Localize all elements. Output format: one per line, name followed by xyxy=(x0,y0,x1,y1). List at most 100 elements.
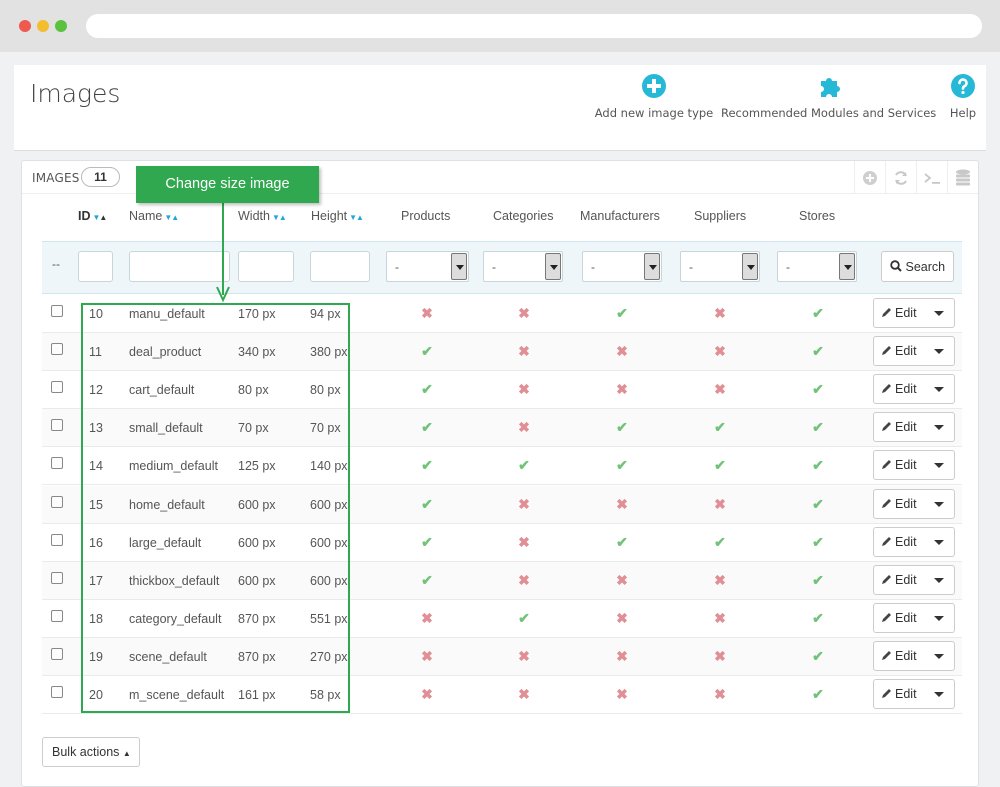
cross-icon-suppliers[interactable]: ✖ xyxy=(713,382,727,396)
refresh-icon[interactable] xyxy=(885,161,916,194)
search-button[interactable]: Search xyxy=(881,251,954,282)
check-icon-products[interactable]: ✔ xyxy=(420,458,434,472)
check-icon-stores[interactable]: ✔ xyxy=(811,420,825,434)
check-icon-manufacturers[interactable]: ✔ xyxy=(615,420,629,434)
check-icon-categories[interactable]: ✔ xyxy=(517,611,531,625)
edit-button[interactable]: Edit xyxy=(873,450,955,481)
edit-button[interactable]: Edit xyxy=(873,526,955,557)
check-icon-suppliers[interactable]: ✔ xyxy=(713,535,727,549)
cross-icon-categories[interactable]: ✖ xyxy=(517,382,531,396)
close-window-dot[interactable] xyxy=(19,20,31,32)
check-icon-products[interactable]: ✔ xyxy=(420,573,434,587)
cross-icon-manufacturers[interactable]: ✖ xyxy=(615,344,629,358)
check-icon-suppliers[interactable]: ✔ xyxy=(713,458,727,472)
add-new-image-type-button[interactable]: Add new image type xyxy=(594,73,714,120)
check-icon-stores[interactable]: ✔ xyxy=(811,306,825,320)
cross-icon-suppliers[interactable]: ✖ xyxy=(713,344,727,358)
edit-button[interactable]: Edit xyxy=(873,298,955,328)
cross-icon-categories[interactable]: ✖ xyxy=(517,420,531,434)
filter-width-input[interactable] xyxy=(238,251,294,282)
maximize-window-dot[interactable] xyxy=(55,20,67,32)
check-icon-stores[interactable]: ✔ xyxy=(811,573,825,587)
cross-icon-suppliers[interactable]: ✖ xyxy=(713,497,727,511)
check-icon-manufacturers[interactable]: ✔ xyxy=(615,306,629,320)
row-checkbox[interactable] xyxy=(51,457,63,470)
minimize-window-dot[interactable] xyxy=(37,20,49,32)
check-icon-stores[interactable]: ✔ xyxy=(811,535,825,549)
check-icon-products[interactable]: ✔ xyxy=(420,420,434,434)
cross-icon-suppliers[interactable]: ✖ xyxy=(713,306,727,320)
caret-down-icon[interactable] xyxy=(934,311,944,316)
help-button[interactable]: Help xyxy=(946,73,980,120)
cross-icon-categories[interactable]: ✖ xyxy=(517,649,531,663)
caret-down-icon[interactable] xyxy=(934,539,944,545)
caret-down-icon[interactable] xyxy=(934,615,944,621)
cross-icon-categories[interactable]: ✖ xyxy=(517,497,531,511)
check-icon-manufacturers[interactable]: ✔ xyxy=(615,535,629,549)
row-checkbox[interactable] xyxy=(51,495,63,508)
check-icon-stores[interactable]: ✔ xyxy=(811,458,825,472)
cross-icon-categories[interactable]: ✖ xyxy=(517,306,531,320)
filter-products-select[interactable]: - xyxy=(386,251,469,282)
edit-button[interactable]: Edit xyxy=(873,336,955,367)
edit-button[interactable]: Edit xyxy=(873,640,955,671)
row-checkbox[interactable] xyxy=(51,343,63,356)
caret-down-icon[interactable] xyxy=(934,425,944,431)
cross-icon-suppliers[interactable]: ✖ xyxy=(713,611,727,625)
cross-icon-products[interactable]: ✖ xyxy=(420,649,434,663)
check-icon-manufacturers[interactable]: ✔ xyxy=(615,458,629,472)
row-checkbox[interactable] xyxy=(51,305,63,317)
caret-down-icon[interactable] xyxy=(934,501,944,507)
filter-height-input[interactable] xyxy=(310,251,370,282)
check-icon-stores[interactable]: ✔ xyxy=(811,649,825,663)
check-icon-products[interactable]: ✔ xyxy=(420,382,434,396)
check-icon-suppliers[interactable]: ✔ xyxy=(713,420,727,434)
row-checkbox[interactable] xyxy=(51,647,63,660)
cross-icon-categories[interactable]: ✖ xyxy=(517,573,531,587)
cross-icon-manufacturers[interactable]: ✖ xyxy=(615,611,629,625)
edit-button[interactable]: Edit xyxy=(873,564,955,595)
row-checkbox[interactable] xyxy=(51,609,63,622)
check-icon-stores[interactable]: ✔ xyxy=(811,344,825,358)
column-header-width[interactable]: Width ▼▲ xyxy=(238,209,287,231)
edit-button[interactable]: Edit xyxy=(873,679,955,709)
filter-categories-select[interactable]: - xyxy=(483,251,563,282)
row-checkbox[interactable] xyxy=(51,419,63,432)
edit-button[interactable]: Edit xyxy=(873,374,955,405)
check-icon-stores[interactable]: ✔ xyxy=(811,611,825,625)
cross-icon-categories[interactable]: ✖ xyxy=(517,687,531,701)
sort-icon[interactable]: ▼▲ xyxy=(93,213,108,222)
caret-down-icon[interactable] xyxy=(934,387,944,393)
add-icon[interactable] xyxy=(854,161,885,194)
address-bar[interactable] xyxy=(86,14,982,38)
cross-icon-suppliers[interactable]: ✖ xyxy=(713,649,727,663)
sort-icon[interactable]: ▼▲ xyxy=(349,213,364,222)
cross-icon-manufacturers[interactable]: ✖ xyxy=(615,573,629,587)
cross-icon-categories[interactable]: ✖ xyxy=(517,344,531,358)
caret-down-icon[interactable] xyxy=(934,692,944,697)
column-header-name[interactable]: Name ▼▲ xyxy=(129,209,179,231)
cross-icon-suppliers[interactable]: ✖ xyxy=(713,687,727,701)
recommended-modules-button[interactable]: Recommended Modules and Services xyxy=(721,73,936,120)
edit-button[interactable]: Edit xyxy=(873,602,955,633)
cross-icon-products[interactable]: ✖ xyxy=(420,687,434,701)
cross-icon-products[interactable]: ✖ xyxy=(420,306,434,320)
filter-suppliers-select[interactable]: - xyxy=(680,251,760,282)
cross-icon-manufacturers[interactable]: ✖ xyxy=(615,687,629,701)
check-icon-stores[interactable]: ✔ xyxy=(811,382,825,396)
filter-id-input[interactable] xyxy=(78,251,113,282)
filter-stores-select[interactable]: - xyxy=(777,251,857,282)
cross-icon-manufacturers[interactable]: ✖ xyxy=(615,497,629,511)
caret-down-icon[interactable] xyxy=(934,463,944,469)
cross-icon-suppliers[interactable]: ✖ xyxy=(713,573,727,587)
check-icon-products[interactable]: ✔ xyxy=(420,344,434,358)
check-icon-stores[interactable]: ✔ xyxy=(811,497,825,511)
sort-icon[interactable]: ▼▲ xyxy=(272,213,287,222)
row-checkbox[interactable] xyxy=(51,686,63,698)
cross-icon-manufacturers[interactable]: ✖ xyxy=(615,649,629,663)
export-database-icon[interactable] xyxy=(947,161,978,194)
sort-icon[interactable]: ▼▲ xyxy=(164,213,179,222)
edit-button[interactable]: Edit xyxy=(873,488,955,519)
check-icon-categories[interactable]: ✔ xyxy=(517,458,531,472)
check-icon-products[interactable]: ✔ xyxy=(420,535,434,549)
